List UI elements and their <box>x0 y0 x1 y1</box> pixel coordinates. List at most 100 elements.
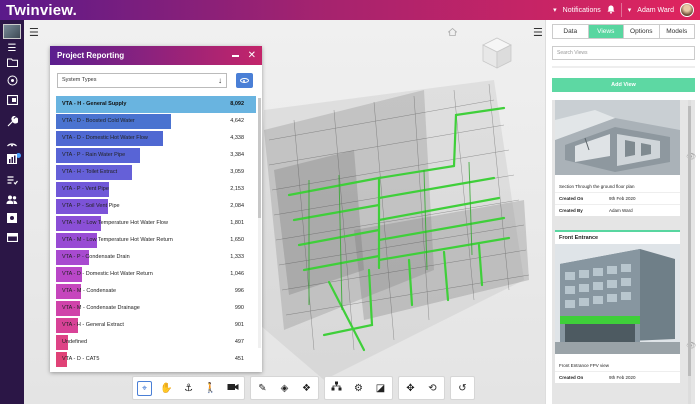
select-value: System Types <box>62 77 97 83</box>
report-row[interactable]: VTA - D - Boosted Cold Water 4,642 <box>56 113 256 130</box>
checklist-icon[interactable] <box>4 175 20 189</box>
report-row[interactable]: VTA - P - Condensate Drain 1,333 <box>56 249 256 266</box>
report-row[interactable]: VTA - H - Toilet Extract 3,059 <box>56 164 256 181</box>
report-row-label: VTA - M - Low Temperature Hot Water Flow <box>62 220 168 226</box>
report-row-label: VTA - D - Domestic Hot Water Return <box>62 271 153 277</box>
view-title: Front Entrance <box>559 235 599 241</box>
report-row[interactable]: VTA - P - Vent Pipe 2,153 <box>56 181 256 198</box>
pencil-icon[interactable]: ✎ <box>255 381 270 396</box>
right-panel-menu-icon[interactable]: ☰ <box>533 26 543 39</box>
report-row[interactable]: VTA - H - General Supply 8,092 <box>56 96 256 113</box>
view-tools: ✥ ⟲ <box>398 376 445 400</box>
report-row-label: VTA - H - General Extract <box>62 322 124 328</box>
view-thumbnail[interactable] <box>555 100 680 180</box>
report-row-label: VTA - D - Boosted Cold Water <box>62 118 135 124</box>
walk-icon[interactable]: 🚶 <box>203 381 218 396</box>
divider <box>552 66 695 68</box>
navigation-tools: ⌖ ✋ ⚓ 🚶 <box>132 376 245 400</box>
avatar[interactable] <box>680 3 694 17</box>
tab-options[interactable]: Options <box>624 25 660 38</box>
orbit-icon[interactable]: ⟲ <box>425 381 440 396</box>
view-thumbnail[interactable] <box>555 244 680 359</box>
notifications-caret-icon[interactable]: ▾ <box>553 6 557 14</box>
pan-icon[interactable]: ✋ <box>159 381 174 396</box>
report-row[interactable]: VTA - M - Condensate 996 <box>56 283 256 300</box>
view-card-section[interactable]: Section Through the ground floor plan Cr… <box>555 100 680 216</box>
model-viewport[interactable]: ☰ Project Reporting ✕ System Types ↓ VTA… <box>24 20 545 404</box>
report-row-value: 1,046 <box>230 271 244 277</box>
tab-views[interactable]: Views <box>588 25 624 38</box>
move-icon[interactable]: ✥ <box>403 381 418 396</box>
system-type-select[interactable]: System Types ↓ <box>57 73 227 88</box>
report-row-value: 2,153 <box>230 186 244 192</box>
created-on-row: Created On 9th Feb 2020 <box>555 371 680 383</box>
report-row-value: 3,384 <box>230 152 244 158</box>
top-bar: Twinview. ▾ Notifications ▾ Adam Ward <box>0 0 700 20</box>
report-row[interactable]: Undefined 497 <box>56 334 256 351</box>
storage-icon[interactable] <box>4 232 20 247</box>
settings-icon[interactable] <box>4 213 20 227</box>
gear-icon[interactable]: ⚙ <box>351 381 366 396</box>
divider <box>620 3 622 17</box>
search-views-input[interactable]: Search Views <box>552 46 695 60</box>
camera-icon[interactable] <box>225 381 240 396</box>
user-name[interactable]: Adam Ward <box>637 7 674 14</box>
report-row-value: 497 <box>234 339 244 345</box>
folder-icon[interactable] <box>4 58 20 72</box>
measure-icon[interactable]: ◪ <box>373 381 388 396</box>
layers-icon[interactable] <box>4 94 20 109</box>
model-tools: ⚙ ◪ <box>324 376 393 400</box>
tree-icon[interactable] <box>329 381 344 396</box>
view-card-front-entrance[interactable]: Front Entrance Front Entrance FPV view C… <box>555 230 680 383</box>
tab-models[interactable]: Models <box>660 25 695 38</box>
panel-header[interactable]: Project Reporting ✕ <box>50 46 262 65</box>
close-icon[interactable]: ✕ <box>248 50 256 61</box>
views-scrollbar[interactable] <box>688 100 691 404</box>
project-thumbnail[interactable] <box>3 24 21 39</box>
select-icon[interactable]: ⌖ <box>137 380 152 396</box>
arrow-down-icon[interactable]: ↓ <box>218 74 222 87</box>
bell-icon[interactable] <box>607 5 615 16</box>
users-icon[interactable] <box>4 195 20 209</box>
panel-tabs: Data Views Options Models <box>552 24 695 39</box>
reset-icon[interactable]: ↺ <box>455 381 470 396</box>
add-view-button[interactable]: Add View <box>552 78 695 92</box>
report-row[interactable]: VTA - M - Low Temperature Hot Water Flow… <box>56 215 256 232</box>
edit-tools: ✎ ◈ ❖ <box>250 376 319 400</box>
report-row-value: 996 <box>234 288 244 294</box>
notifications-label[interactable]: Notifications <box>563 7 601 14</box>
minimize-icon[interactable] <box>231 54 239 57</box>
user-caret-icon[interactable]: ▾ <box>628 6 632 14</box>
report-row[interactable]: VTA - D - Domestic Hot Water Return 1,046 <box>56 266 256 283</box>
hamburger-icon[interactable]: ☰ <box>4 42 20 56</box>
report-row-label: VTA - D - Domestic Hot Water Flow <box>62 135 148 141</box>
report-row-value: 2,084 <box>230 203 244 209</box>
sensor-icon[interactable] <box>4 137 20 151</box>
report-row-label: VTA - M - Condensate <box>62 288 117 294</box>
views-list: Section Through the ground floor plan Cr… <box>552 100 696 404</box>
report-row[interactable]: VTA - M - Low Temperature Hot Water Retu… <box>56 232 256 249</box>
report-row-label: VTA - H - General Supply <box>62 101 127 107</box>
scrollbar-thumb[interactable] <box>258 98 261 218</box>
created-on-label: Created On <box>559 196 584 201</box>
created-by-row: Created By Adam Ward <box>555 204 680 216</box>
visibility-toggle-button[interactable] <box>236 73 253 88</box>
scrollbar-thumb[interactable] <box>688 106 691 376</box>
report-row[interactable]: VTA - D - Domestic Hot Water Flow 4,338 <box>56 130 256 147</box>
report-row[interactable]: VTA - P - Rain Water Pipe 3,384 <box>56 147 256 164</box>
report-row[interactable]: VTA - D - CAT5 451 <box>56 351 256 368</box>
explode-icon[interactable]: ❖ <box>299 381 314 396</box>
report-row[interactable]: VTA - M - Condensate Drainage 990 <box>56 300 256 317</box>
created-on-row: Created On 9th Feb 2020 <box>555 192 680 204</box>
panel-scrollbar[interactable] <box>258 98 261 348</box>
report-row[interactable]: VTA - H - General Extract 901 <box>56 317 256 334</box>
wrench-icon[interactable] <box>4 115 20 130</box>
report-row[interactable]: VTA - P - Soil Vent Pipe 2,084 <box>56 198 256 215</box>
anchor-icon[interactable]: ⚓ <box>181 381 196 396</box>
eye-icon <box>240 78 249 83</box>
report-rows: VTA - H - General Supply 8,092 VTA - D - B… <box>56 96 256 368</box>
chart-icon[interactable] <box>4 154 20 168</box>
section-icon[interactable]: ◈ <box>277 381 292 396</box>
target-icon[interactable] <box>4 75 20 89</box>
tab-data[interactable]: Data <box>553 25 589 38</box>
